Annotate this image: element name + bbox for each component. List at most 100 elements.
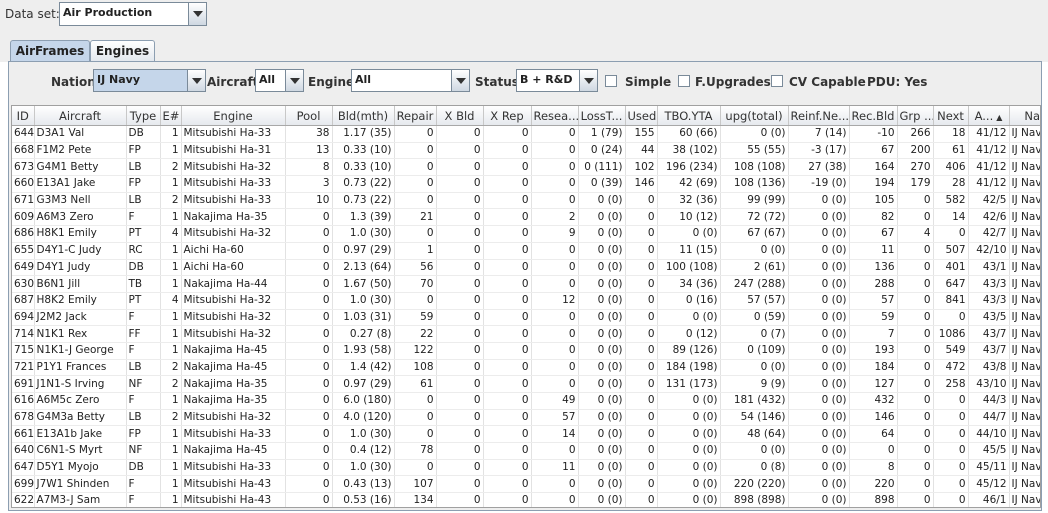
table-cell: 0	[436, 225, 484, 243]
table-cell: 1086	[933, 325, 969, 343]
table-cell: 194	[849, 175, 898, 193]
table-row[interactable]: 678 G4M3a Betty LB 2 Mitsubishi Ha-32 0 4.0 (1…	[12, 409, 1040, 427]
table-cell: 0	[625, 325, 658, 343]
table-cell: 691	[12, 375, 35, 393]
engine-select[interactable]: All	[351, 69, 470, 92]
simple-checkbox[interactable]	[605, 75, 617, 87]
table-body: 644 D3A1 Val DB 1 Mitsubishi Ha-33 38 1.17 (35…	[12, 125, 1040, 507]
table-row[interactable]: 649 D4Y1 Judy DB 1 Aichi Ha-60 0 2.13 (64) 56 0 0…	[12, 259, 1040, 277]
table-cell: 622	[12, 492, 35, 507]
tab-airframes[interactable]: AirFrames	[10, 40, 90, 61]
column-header[interactable]: Next	[933, 106, 969, 126]
table-cell: 100 (108)	[657, 259, 721, 277]
table-row[interactable]: 647 D5Y1 Myojo DB 1 Mitsubishi Ha-33 0 1.0 (30…	[12, 459, 1040, 477]
aircraft-select[interactable]: All	[255, 69, 304, 92]
column-header[interactable]: Reinf.Ne...	[788, 106, 850, 126]
table-cell: A7M3-J Sam	[34, 492, 127, 507]
cv-capable-checkbox[interactable]	[771, 75, 783, 87]
table-row[interactable]: 661 E13A1b Jake FP 1 Mitsubishi Ha-33 0 1.0 (3…	[12, 425, 1040, 444]
table-cell: 13	[285, 142, 333, 160]
table-cell: 0	[436, 309, 484, 327]
column-header[interactable]: Resea...	[531, 106, 579, 126]
column-header[interactable]: Used	[625, 106, 658, 126]
table-row[interactable]: 721 P1Y1 Frances LB 2 Nakajima Ha-45 0 1.4 (42…	[12, 359, 1040, 377]
table-cell: IJ Navy	[1009, 142, 1040, 160]
table-row[interactable]: 694 J2M2 Jack F 1 Mitsubishi Ha-32 0 1.03 (31)…	[12, 309, 1040, 327]
chevron-down-icon[interactable]	[187, 70, 205, 91]
fupgrades-checkbox[interactable]	[678, 75, 690, 87]
table-cell: 0 (0)	[578, 225, 626, 243]
table-row[interactable]: 622 A7M3-J Sam F 1 Mitsubishi Ha-43 0 0.53 (16…	[12, 492, 1040, 507]
table-cell: D3A1 Val	[34, 125, 127, 143]
table-cell: DB	[126, 459, 161, 477]
chevron-down-icon[interactable]	[579, 70, 597, 91]
table-row[interactable]: 671 G3M3 Nell LB 2 Mitsubishi Ha-33 10 0.73 (2…	[12, 192, 1040, 210]
table-cell: 102	[625, 158, 658, 177]
table-cell: LB	[126, 192, 161, 210]
table-row[interactable]: 691 J1N1-S Irving NF 2 Nakajima Ha-35 0 0.97 (…	[12, 375, 1040, 393]
table-row[interactable]: 699 J7W1 Shinden F 1 Mitsubishi Ha-43 0 0.43 (…	[12, 475, 1040, 494]
table-row[interactable]: 630 B6N1 Jill TB 1 Nakajima Ha-44 0 1.67 (50) 7…	[12, 275, 1040, 293]
table-cell: 1.17 (35)	[332, 125, 395, 143]
table-cell: 0.43 (13)	[332, 475, 395, 494]
column-header[interactable]: Engine	[181, 106, 286, 126]
table-cell: 0	[625, 342, 658, 360]
table-row[interactable]: 714 N1K1 Rex FF 1 Mitsubishi Ha-32 0 0.27 (8) 2…	[12, 325, 1040, 343]
table-cell: 0	[531, 375, 579, 393]
table-cell: 10	[285, 192, 333, 210]
table-row[interactable]: 687 H8K2 Emily PT 4 Mitsubishi Ha-32 0 1.0 (30…	[12, 292, 1040, 310]
chevron-down-icon[interactable]	[285, 70, 303, 91]
column-header[interactable]: upg(total)	[720, 106, 789, 126]
column-header[interactable]: LossT...	[578, 106, 626, 126]
column-header[interactable]: Nat	[1009, 106, 1040, 126]
table-cell: 0	[436, 492, 484, 507]
column-header[interactable]: TBO.YTA	[657, 106, 721, 126]
column-header[interactable]: E#	[160, 106, 182, 126]
table-cell: 0	[483, 409, 532, 427]
table-cell: 0 (16)	[657, 292, 721, 310]
column-header[interactable]: Grp ...	[897, 106, 934, 126]
table-row[interactable]: 616 A6M5c Zero F 1 Nakajima Ha-35 0 6.0 (180) 0…	[12, 392, 1040, 410]
table-row[interactable]: 609 A6M3 Zero F 1 Nakajima Ha-35 0 1.3 (39) 21 0…	[12, 208, 1040, 227]
table-cell: 0	[897, 192, 934, 210]
chevron-down-icon[interactable]	[188, 3, 206, 25]
table-cell: 1	[160, 475, 182, 494]
table-row[interactable]: 640 C6N1-S Myrt NF 1 Nakajima Ha-45 0 0.4 (12)…	[12, 442, 1040, 460]
table-row[interactable]: 673 G4M1 Betty LB 2 Mitsubishi Ha-32 8 0.33 (1…	[12, 158, 1040, 177]
column-header[interactable]: Rec.Bld	[849, 106, 898, 126]
table-row[interactable]: 686 H8K1 Emily PT 4 Mitsubishi Ha-32 0 1.0 (30…	[12, 225, 1040, 243]
table-cell: 0	[897, 409, 934, 427]
chevron-down-icon[interactable]	[451, 70, 469, 91]
airframes-table-container[interactable]: ID Aircraft Type E# Engine Pool Bld(mth) Repair…	[11, 105, 1041, 508]
column-header[interactable]: A...	[968, 106, 1010, 126]
table-row[interactable]: 660 E13A1 Jake FP 1 Mitsubishi Ha-33 3 0.73 (2…	[12, 175, 1040, 193]
table-cell: Mitsubishi Ha-33	[181, 175, 286, 193]
table-cell: 42/10	[968, 242, 1010, 260]
table-cell: 0 (0)	[578, 492, 626, 507]
column-header[interactable]: Type	[126, 106, 161, 126]
status-select[interactable]: B + R&D	[516, 69, 598, 92]
table-cell: 0 (24)	[578, 142, 626, 160]
table-row[interactable]: 715 N1K1-J George F 1 Nakajima Ha-45 0 1.93 (5…	[12, 342, 1040, 360]
table-row[interactable]: 668 F1M2 Pete FP 1 Mitsubishi Ha-31 13 0.33 (1…	[12, 142, 1040, 160]
table-cell: 0	[483, 325, 532, 343]
table-cell: IJ Navy	[1009, 375, 1040, 393]
column-header[interactable]: Aircraft	[34, 106, 127, 126]
column-header[interactable]: X Rep	[483, 106, 532, 126]
column-header[interactable]: Pool	[285, 106, 333, 126]
table-cell: 0	[436, 175, 484, 193]
table-row[interactable]: 644 D3A1 Val DB 1 Mitsubishi Ha-33 38 1.17 (35…	[12, 125, 1040, 143]
table-row[interactable]: 655 D4Y1-C Judy RC 1 Aichi Ha-60 0 0.97 (29) 1 0…	[12, 242, 1040, 260]
table-cell: 0 (0)	[578, 208, 626, 227]
table-cell: 401	[933, 259, 969, 277]
column-header[interactable]: Bld(mth)	[332, 106, 395, 126]
column-header[interactable]: ID	[12, 106, 35, 126]
table-cell: 2 (61)	[720, 259, 789, 277]
nation-select[interactable]: IJ Navy	[93, 69, 206, 92]
tab-engines[interactable]: Engines	[90, 40, 155, 61]
column-header[interactable]: X Bld	[436, 106, 484, 126]
dataset-select[interactable]: Air Production	[59, 2, 207, 26]
column-header[interactable]: Repair	[394, 106, 437, 126]
table-cell: 0 (0)	[657, 442, 721, 460]
table-cell: 43/3	[968, 292, 1010, 310]
